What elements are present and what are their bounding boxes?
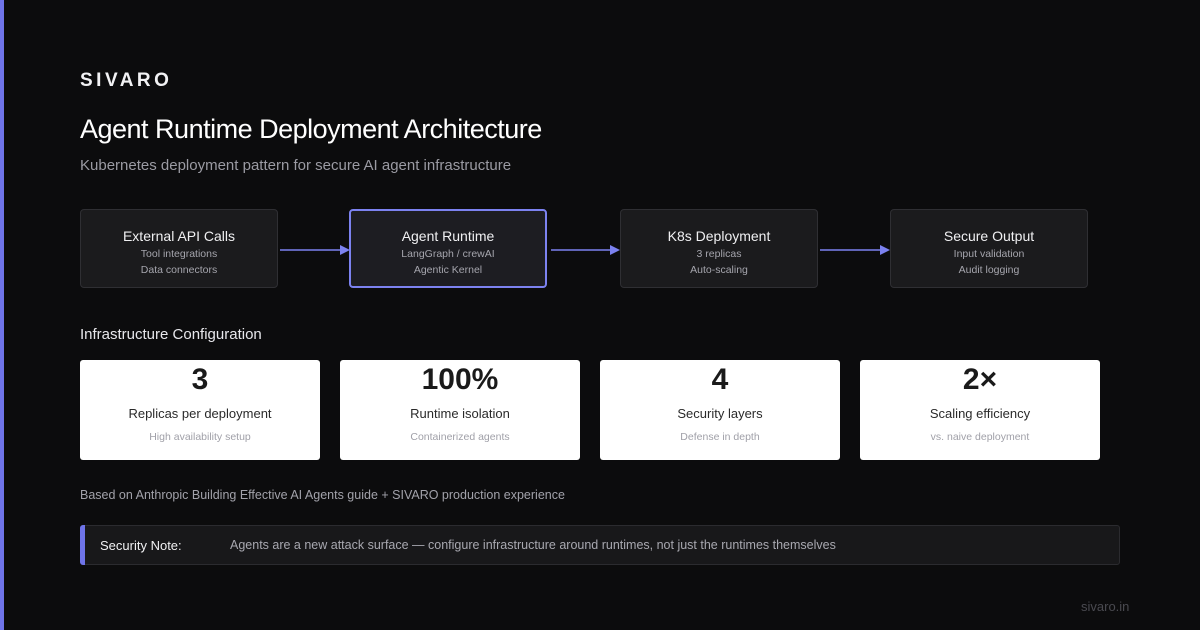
stat-card-isolation: 100% Runtime isolation Containerized age… <box>340 360 580 460</box>
stat-sublabel: Containerized agents <box>410 431 510 443</box>
site-url: sivaro.in <box>1081 599 1130 614</box>
note-text: Agents are a new attack surface — config… <box>230 538 836 552</box>
source-footnote: Based on Anthropic Building Effective AI… <box>80 488 565 502</box>
note-label: Security Note: <box>100 538 182 553</box>
arrowhead-icon <box>610 245 620 255</box>
stat-card-scaling: 2× Scaling efficiency vs. naive deployme… <box>860 360 1100 460</box>
stat-card-security-layers: 4 Security layers Defense in depth <box>600 360 840 460</box>
stat-label: Security layers <box>677 406 763 421</box>
arrowhead-icon <box>340 245 350 255</box>
security-note-callout: Security Note: Agents are a new attack s… <box>80 525 1120 565</box>
note-accent-bar <box>80 525 85 565</box>
stat-label: Scaling efficiency <box>929 406 1031 421</box>
stat-value: 2× <box>962 363 998 396</box>
section-title: Infrastructure Configuration <box>80 326 262 343</box>
stat-sublabel: vs. naive deployment <box>930 431 1030 443</box>
stat-card-replicas: 3 Replicas per deployment High availabil… <box>80 360 320 460</box>
stat-value: 4 <box>711 363 729 396</box>
stat-sublabel: Defense in depth <box>680 431 760 443</box>
stat-label: Replicas per deployment <box>128 406 272 421</box>
stat-label: Runtime isolation <box>410 406 510 421</box>
stat-value: 3 <box>191 363 209 396</box>
stat-sublabel: High availability setup <box>149 431 251 443</box>
stat-value: 100% <box>421 363 499 396</box>
arrowhead-icon <box>880 245 890 255</box>
